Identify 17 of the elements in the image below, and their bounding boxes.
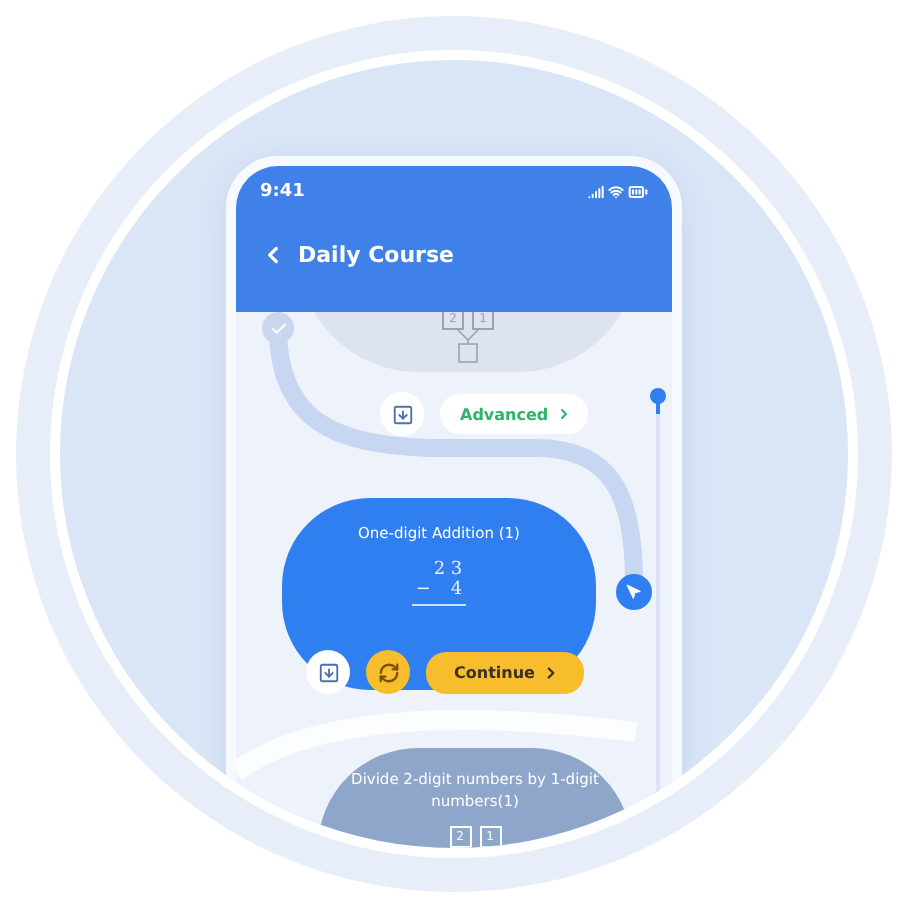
math-problem: 2 3 − 4 (411, 560, 467, 607)
page-title: Daily Course (298, 242, 454, 268)
battery-icon (628, 182, 648, 202)
wifi-icon (608, 184, 624, 200)
download-icon (317, 661, 339, 683)
arrow-icon (626, 584, 642, 600)
advanced-button[interactable]: Advanced (440, 394, 589, 434)
signal-icon (588, 184, 604, 200)
download-icon (391, 403, 413, 425)
download-button[interactable] (380, 392, 424, 436)
check-icon (262, 312, 294, 344)
status-time: 9:41 (260, 182, 305, 202)
refresh-icon (377, 661, 399, 683)
navigation-icon[interactable] (616, 574, 652, 610)
merge-lines-drawing (454, 330, 482, 364)
continue-button[interactable]: Continue (426, 652, 585, 694)
chevron-right-icon (556, 406, 573, 422)
